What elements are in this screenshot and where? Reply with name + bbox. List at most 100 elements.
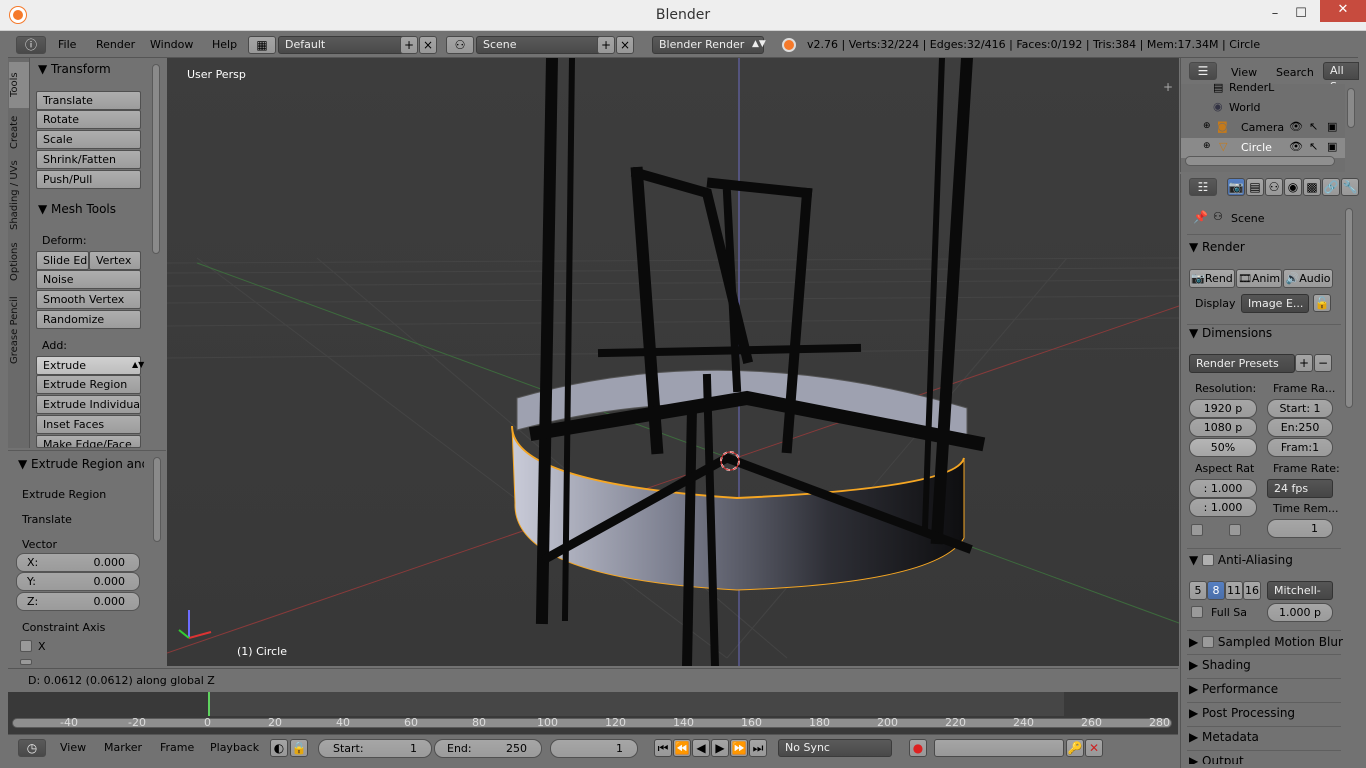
current-frame-marker[interactable] — [208, 692, 210, 716]
output-section-header[interactable]: ▶ Output — [1189, 754, 1244, 764]
add-scene-icon[interactable]: + — [597, 36, 615, 54]
add-layout-icon[interactable]: + — [400, 36, 418, 54]
record-icon[interactable]: ● — [909, 739, 927, 757]
render-context-icon[interactable]: 📷 — [1227, 178, 1245, 196]
pin-icon[interactable]: 📌 — [1193, 210, 1208, 224]
frame-end-field[interactable]: En:250 — [1267, 418, 1333, 437]
scale-button[interactable]: Scale — [36, 130, 141, 149]
select-cursor-icon[interactable]: ↖ — [1309, 120, 1318, 133]
prev-keyframe-icon[interactable]: ⏪ — [673, 739, 691, 757]
current-frame-field[interactable]: 1 — [550, 739, 638, 758]
keyframe-insert-icon[interactable]: 🔑 — [1066, 739, 1084, 757]
preview-range-icon[interactable]: ◐ — [270, 739, 288, 757]
tab-grease-pencil[interactable]: Grease Pencil — [9, 290, 29, 370]
vertex-slide-button[interactable]: Vertex — [89, 251, 141, 270]
clock-icon[interactable]: ◷ — [18, 739, 46, 757]
play-icon[interactable]: ▶ — [711, 739, 729, 757]
resolution-y-field[interactable]: 1080 p — [1189, 418, 1257, 437]
tool-shelf-scrollbar[interactable] — [152, 64, 160, 254]
aa-samples-5[interactable]: 5 — [1189, 581, 1207, 600]
extrude-region-button[interactable]: Extrude Region — [36, 375, 141, 394]
mesh-tools-panel-header[interactable]: ▼ Mesh Tools — [38, 202, 116, 216]
render-still-button[interactable]: 📷Rend — [1189, 269, 1235, 288]
menu-window[interactable]: Window — [150, 38, 193, 51]
remove-layout-icon[interactable]: × — [419, 36, 437, 54]
render-presets-select[interactable]: Render Presets — [1189, 354, 1295, 373]
outliner-item-camera[interactable]: ⊕ ◙ Camera 👁 ↖ ▣ — [1181, 118, 1345, 138]
render-layers-context-icon[interactable]: ▤ — [1246, 178, 1264, 196]
outliner-scrollbar[interactable] — [1347, 88, 1355, 128]
menu-help[interactable]: Help — [212, 38, 237, 51]
post-processing-section-header[interactable]: ▶ Post Processing — [1189, 706, 1295, 720]
shading-section-header[interactable]: ▶ Shading — [1189, 658, 1251, 672]
viewport-plus-icon[interactable]: + — [1163, 80, 1173, 94]
transform-panel-header[interactable]: ▼ Transform — [38, 62, 111, 76]
vector-y-field[interactable]: Y: 0.000 — [16, 572, 140, 591]
crop-checkbox[interactable] — [1229, 524, 1241, 536]
extrude-dropdown[interactable]: Extrude — [36, 356, 141, 375]
jump-start-icon[interactable]: ⏮ — [654, 739, 672, 757]
metadata-section-header[interactable]: ▶ Metadata — [1189, 730, 1259, 744]
redo-panel-scrollbar[interactable] — [153, 457, 161, 542]
motion-blur-checkbox[interactable] — [1202, 636, 1215, 648]
extrude-individual-button[interactable]: Extrude Individual — [36, 395, 141, 414]
remove-scene-icon[interactable]: × — [616, 36, 634, 54]
render-camera-icon[interactable]: ▣ — [1327, 140, 1337, 153]
tab-options[interactable]: Options — [9, 236, 29, 288]
end-frame-field[interactable]: End: 250 — [434, 739, 542, 758]
timeline-menu-playback[interactable]: Playback — [210, 741, 259, 754]
timeline-menu-frame[interactable]: Frame — [160, 741, 194, 754]
vector-z-field[interactable]: Z: 0.000 — [16, 592, 140, 611]
make-edge-face-button[interactable]: Make Edge/Face — [36, 435, 141, 448]
expand-icon[interactable]: ⊕ — [1203, 121, 1211, 131]
push-pull-button[interactable]: Push/Pull — [36, 170, 141, 189]
keyframe-delete-icon[interactable]: ✕ — [1085, 739, 1103, 757]
timeline-editor[interactable]: -40 -20 0 20 40 60 80 100 120 140 160 18… — [8, 692, 1178, 734]
filter-size-field[interactable]: 1.000 p — [1267, 603, 1333, 622]
start-frame-field[interactable]: Start: 1 — [318, 739, 432, 758]
full-sample-checkbox[interactable] — [1191, 606, 1203, 618]
randomize-button[interactable]: Randomize — [36, 310, 141, 329]
performance-section-header[interactable]: ▶ Performance — [1189, 682, 1278, 696]
layout-icon[interactable]: ▦ — [248, 36, 276, 54]
render-engine-select[interactable]: Blender Render — [652, 36, 764, 54]
scene-context-icon[interactable]: ⚇ — [1265, 178, 1283, 196]
frame-start-field[interactable]: Start: 1 — [1267, 399, 1333, 418]
constraints-context-icon[interactable]: 🔗 — [1322, 178, 1340, 196]
slide-edge-button[interactable]: Slide Ed — [36, 251, 89, 270]
menu-file[interactable]: File — [58, 38, 76, 51]
aa-samples-16[interactable]: 16 — [1243, 581, 1261, 600]
object-context-icon[interactable]: ▩ — [1303, 178, 1321, 196]
frame-step-field[interactable]: Fram:1 — [1267, 438, 1333, 457]
outliner-item-renderlayers[interactable]: ▤ RenderL — [1181, 78, 1345, 98]
visibility-eye-icon[interactable]: 👁 — [1289, 140, 1303, 153]
render-section-header[interactable]: ▼ Render — [1189, 240, 1245, 254]
render-audio-button[interactable]: 🔊Audio — [1283, 269, 1333, 288]
outliner-item-circle[interactable]: ⊕ ▽ Circle 👁 ↖ ▣ — [1181, 138, 1345, 158]
outliner-item-world[interactable]: ◉ World — [1181, 98, 1345, 118]
noise-button[interactable]: Noise — [36, 270, 141, 289]
aspect-x-field[interactable]: : 1.000 — [1189, 479, 1257, 498]
3d-viewport[interactable]: User Persp (1) Circle + — [167, 58, 1179, 666]
properties-scrollbar[interactable] — [1345, 208, 1353, 408]
aa-filter-select[interactable]: Mitchell- — [1267, 581, 1333, 600]
redo-panel-header[interactable]: ▼ Extrude Region and — [18, 457, 144, 471]
modifiers-context-icon[interactable]: 🔧 — [1341, 178, 1359, 196]
resolution-x-field[interactable]: 1920 p — [1189, 399, 1257, 418]
tab-tools[interactable]: Tools — [9, 62, 29, 108]
time-remap-field[interactable]: 1 — [1267, 519, 1333, 538]
outliner-hscroll[interactable] — [1185, 156, 1335, 166]
aa-samples-11[interactable]: 11 — [1225, 581, 1243, 600]
scene-icon[interactable]: ⚇ — [446, 36, 474, 54]
constraint-x-checkbox[interactable] — [20, 640, 32, 652]
add-preset-icon[interactable]: + — [1295, 354, 1313, 372]
dimensions-section-header[interactable]: ▼ Dimensions — [1189, 326, 1272, 340]
aa-samples-8[interactable]: 8 — [1207, 581, 1225, 600]
properties-type-icon[interactable]: ☷ — [1189, 178, 1217, 196]
close-button[interactable]: ✕ — [1320, 0, 1366, 22]
lock-icon[interactable]: 🔒 — [290, 739, 308, 757]
tab-shading-uvs[interactable]: Shading / UVs — [9, 156, 29, 234]
scene-selector[interactable]: Scene — [476, 36, 604, 54]
aspect-y-field[interactable]: : 1.000 — [1189, 498, 1257, 517]
keying-set-field[interactable] — [934, 739, 1064, 757]
